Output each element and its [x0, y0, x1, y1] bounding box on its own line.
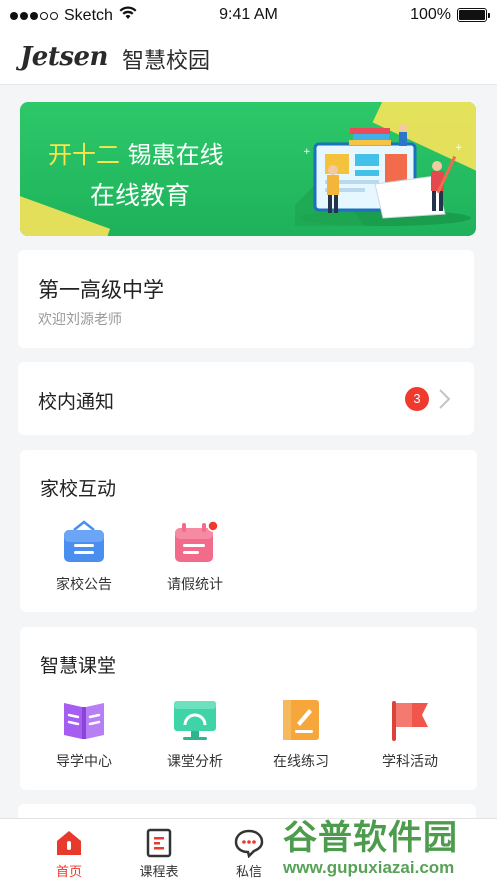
- tile-label: 请假统计: [167, 577, 223, 593]
- tab-label: 私信: [235, 865, 262, 880]
- home-school-section: 家校互动 家校公告 请假统计: [20, 450, 477, 612]
- app-title: 智慧校园: [122, 49, 211, 74]
- tab-label: 首页: [55, 865, 82, 880]
- watermark-url: www.gupuxiazai.com: [283, 858, 455, 877]
- svg-text:+: +: [455, 143, 463, 153]
- school-card[interactable]: 第一高级中学 欢迎刘源老师: [18, 250, 474, 348]
- tile-subject-activity[interactable]: 学科活动: [365, 697, 455, 771]
- tile-label: 学科活动: [382, 754, 438, 770]
- welcome-text: 欢迎刘源老师: [38, 312, 122, 328]
- battery-icon: [457, 8, 490, 22]
- tile-leave-stats[interactable]: 请假统计: [150, 520, 240, 594]
- section-title: 家校互动: [40, 478, 117, 500]
- monitor-icon: [171, 697, 219, 743]
- tab-label: 课程表: [139, 865, 179, 880]
- banner-headline-rest: 锡惠在线: [127, 141, 224, 169]
- announcement-icon: [60, 520, 108, 566]
- notebook-icon: [277, 697, 325, 743]
- banner-highlight: 开十二: [48, 141, 120, 169]
- tile-label: 课堂分析: [167, 754, 223, 770]
- book-icon: [60, 697, 108, 743]
- campus-notice-row[interactable]: 校内通知 3: [18, 362, 474, 435]
- banner-illustration: + +: [295, 124, 471, 226]
- banner-subline: 在线教育: [90, 181, 191, 210]
- calendar-icon: [171, 520, 219, 566]
- svg-text:+: +: [303, 147, 311, 157]
- school-name: 第一高级中学: [38, 278, 164, 302]
- message-icon: [214, 827, 284, 859]
- tab-home[interactable]: 首页: [34, 827, 104, 880]
- tile-announcement[interactable]: 家校公告: [39, 520, 129, 594]
- smart-classroom-section: 智慧课堂 导学中心 课堂分析 在线练习 学科活动: [20, 627, 477, 790]
- notice-count-badge: 3: [405, 387, 429, 411]
- battery-percent: 100%: [410, 6, 451, 23]
- home-icon: [34, 827, 104, 859]
- status-bar: Sketch 9:41 AM 100%: [0, 0, 497, 30]
- schedule-icon: [124, 827, 194, 859]
- brand-logo: Jetsen: [20, 42, 108, 72]
- flag-icon: [386, 697, 434, 743]
- promo-banner[interactable]: 开十二 锡惠在线 在线教育 + +: [20, 102, 476, 236]
- tab-messages[interactable]: 私信: [214, 827, 284, 880]
- tile-label: 在线练习: [273, 754, 329, 770]
- notice-label: 校内通知: [38, 391, 115, 413]
- status-right: 100%: [410, 6, 490, 24]
- tile-label: 家校公告: [56, 577, 112, 593]
- tile-online-practice[interactable]: 在线练习: [256, 697, 346, 771]
- chevron-right-icon: [439, 389, 451, 409]
- tile-class-analysis[interactable]: 课堂分析: [150, 697, 240, 771]
- watermark-text: 谷普软件园: [283, 818, 458, 858]
- tile-guided-learning[interactable]: 导学中心: [39, 697, 129, 771]
- section-title: 智慧课堂: [40, 655, 117, 677]
- tab-schedule[interactable]: 课程表: [124, 827, 194, 880]
- site-watermark: 谷普软件园 www.gupuxiazai.com: [275, 806, 497, 883]
- tile-label: 导学中心: [56, 754, 112, 770]
- app-header: Jetsen 智慧校园: [0, 30, 497, 85]
- banner-headline: 开十二 锡惠在线: [48, 135, 224, 170]
